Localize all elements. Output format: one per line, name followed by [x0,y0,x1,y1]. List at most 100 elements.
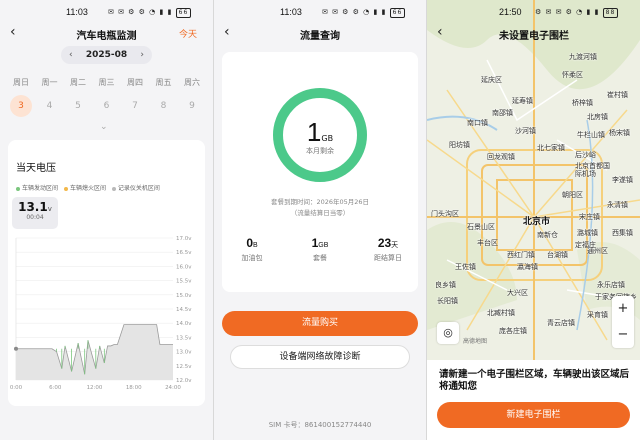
voltage-value: 13.1 [18,200,48,214]
buy-data-button[interactable]: 流量购买 [222,311,418,336]
legend-item-engine-off: 车辆熄火区间 [63,185,106,192]
page-title: 流量查询 [300,31,340,42]
map-label: 定福庄 [575,241,596,249]
zoom-out-button[interactable]: − [612,322,634,348]
map-label: 青云店镇 [547,319,575,327]
x-tick-label: 0:00 [10,385,23,391]
remaining-label: 本月剩余 [306,147,334,155]
map-label: 瀛海镇 [517,263,538,271]
map-label: 沙河镇 [515,127,536,135]
legend-item-recorder-off: 记录仪关机区间 [111,185,160,192]
map-label: 良乡镇 [435,281,456,289]
status-icons: ✉ ✉ ⚙ ⚙ ◔ ▮ ▮ 66 [108,8,192,18]
map-label: 北房镇 [587,113,608,121]
map-label: 回龙观镇 [487,153,515,161]
map-label: 杨宋镇 [609,129,630,137]
weekday-label: 周一 [41,78,58,87]
y-tick-label: 14.0v [176,321,192,327]
next-month-icon[interactable]: › [140,46,144,64]
geofence-message: 请新建一个电子围栏区域，车辆驶出该区域后将通知您 [439,369,630,392]
day-cell[interactable]: 6 [94,95,120,117]
map-label: 北七家镇 [537,144,565,152]
weekday-label: 周日 [13,78,29,87]
weekday-label: 周二 [70,78,86,87]
map-label: 南邵镇 [492,109,513,117]
y-tick-label: 13.5v [176,335,192,341]
day-cell[interactable]: 9 [179,95,205,117]
chart-legend: 车辆发动区间 车辆熄火区间 记录仪关机区间 [16,183,164,192]
today-button[interactable]: 今天 [179,27,197,40]
network-diagnosis-button[interactable]: 设备端网络故障诊断 [230,345,410,369]
battery-icon: 66 [389,8,406,18]
map-label: 崔村镇 [607,91,628,99]
map-label: 大兴区 [507,289,528,297]
prev-month-icon[interactable]: ‹ [69,46,73,64]
map-label: 永清镇 [607,201,628,209]
battery-icon: 66 [175,8,192,18]
stat-days-left: 23天 距结算日 [374,236,402,262]
map-label: 延寿镇 [512,97,533,105]
geofence-screen: 九渡河镇 延庆区 怀柔区 桥梓镇 北房镇 延寿镇 崔村镇 南口镇 沙河镇 牛栏山… [427,0,640,440]
weekday-header: 周日 周一 周二 周三 周四 周五 周六 [8,77,205,88]
stat-plan: 1GB 套餐 [311,236,329,262]
weekday-label: 周四 [127,78,143,87]
status-bar: 21:50 ⚙ ✉ ✉ ⚙ ◔ ▮ ▮ 88 [427,0,640,22]
map-label: 潞城镇 [577,229,598,237]
map-label: 台湖镇 [547,251,568,259]
legend-item-engine-on: 车辆发动区间 [16,185,58,192]
sim-number: SIM 卡号：861400152774440 [268,421,372,429]
y-tick-label: 14.5v [176,307,192,313]
status-time: 11:03 [66,7,88,17]
remaining-value: 1GB [306,117,334,147]
day-cell[interactable]: 7 [122,95,148,117]
day-cell[interactable]: 4 [37,95,63,117]
day-row: 3 4 5 6 7 8 9 [8,95,205,117]
voltage-card: 当天电压 车辆发动区间 车辆熄火区间 记录仪关机区间 13.1v 00:04 1… [8,140,205,406]
map-roads [427,0,640,360]
page-title: 未设置电子围栏 [499,31,569,42]
day-cell[interactable]: 5 [65,95,91,117]
back-icon[interactable]: ‹ [437,24,443,40]
map-label: 南新仓 [537,231,558,239]
day-cell[interactable]: 8 [151,95,177,117]
voltage-readout: 13.1v 00:04 [12,197,58,229]
weekday-label: 周六 [184,78,200,87]
plan-expiry: 套餐到期时间：2026年05月26日 （流量结算日当零） [270,198,370,217]
current-point [14,346,18,351]
battery-icon: 88 [602,8,619,18]
voltage-area [16,324,173,380]
map-view[interactable]: 九渡河镇 延庆区 怀柔区 桥梓镇 北房镇 延寿镇 崔村镇 南口镇 沙河镇 牛栏山… [427,0,640,360]
status-time: 11:03 [280,7,302,17]
y-tick-label: 15.0v [176,293,192,299]
voltage-chart[interactable]: 17.0v 16.5v 16.0v 15.5v 15.0v 14.5v 14.0v 13.5v… [8,230,205,400]
stat-addon: 0B 加油包 [241,236,263,262]
day-cell-selected[interactable]: 3 [10,95,32,117]
map-label: 采育镇 [587,311,608,319]
map-label: 西集镇 [612,229,633,237]
map-label: 桥梓镇 [572,99,593,107]
voltage-time: 00:04 [26,214,44,221]
status-icons: ✉ ✉ ⚙ ⚙ ◔ ▮ ▮ 66 [322,8,406,18]
new-geofence-button[interactable]: 新建电子围栏 [437,402,630,428]
weekday-label: 周五 [155,78,172,87]
battery-monitor-screen: 11:03 ✉ ✉ ⚙ ⚙ ◔ ▮ ▮ 66 ‹ 汽车电瓶监测 今天 ‹ 202… [0,0,213,440]
voltage-unit: v [47,205,52,213]
month-selector: ‹ 2025-08 › [61,46,152,64]
zoom-in-button[interactable]: + [612,296,634,322]
map-label: 南口镇 [467,119,488,127]
map-label: 王佐镇 [455,263,476,271]
map-label: 永乐店镇 [597,281,625,289]
weekday-label: 周三 [98,78,115,87]
x-tick-label: 6:00 [49,385,62,391]
map-label: 门头沟区 [431,210,459,218]
map-label: 石景山区 [467,223,495,231]
map-label: 西红门镇 [507,251,535,259]
status-time: 21:50 [499,7,522,17]
zoom-control: + − [612,296,634,348]
y-tick-label: 16.0v [176,264,192,270]
map-label: 牛栏山镇 [577,131,605,139]
locate-icon[interactable]: ◎ [437,322,459,344]
x-tick-label: 18:00 [126,385,142,391]
expand-calendar-icon[interactable]: ⌄ [100,122,108,132]
y-tick-label: 16.5v [176,250,192,256]
